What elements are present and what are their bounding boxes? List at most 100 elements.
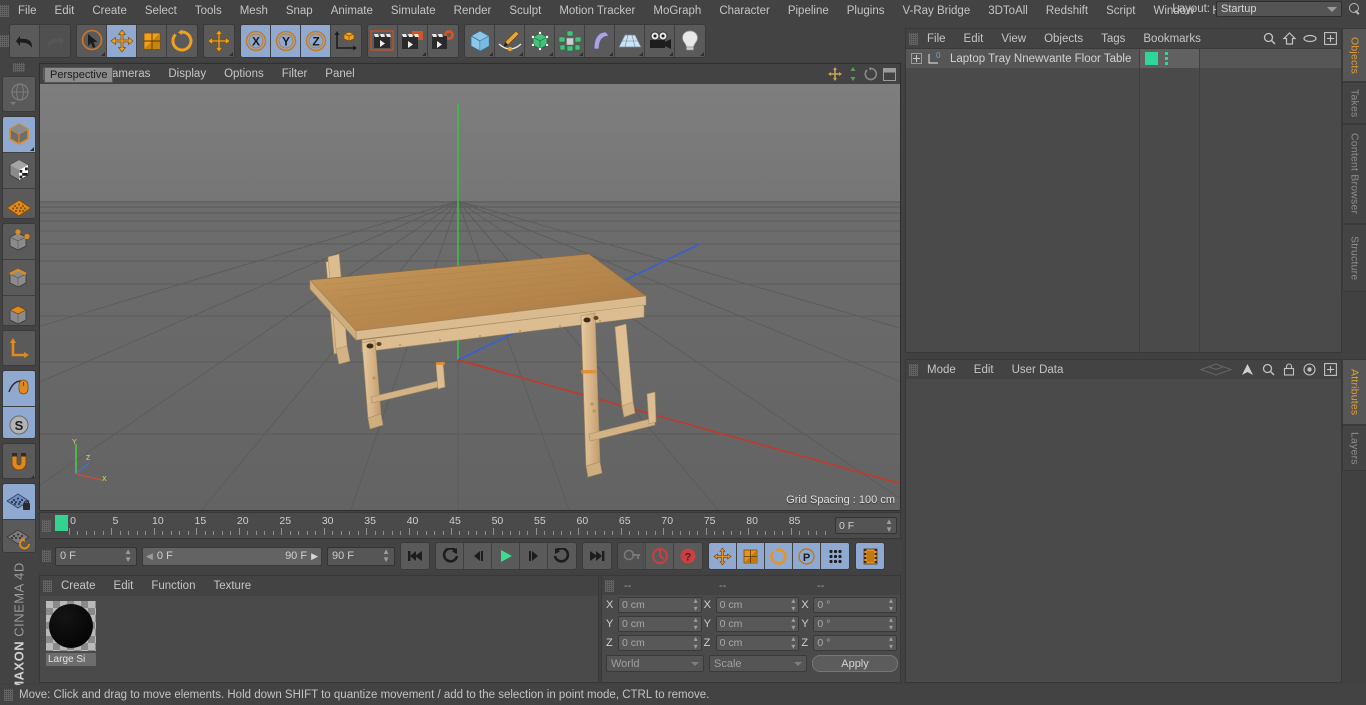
timeline-frame-field[interactable]: 0 F ▲ ▼	[835, 517, 897, 534]
spinner-icon[interactable]: ▲ ▼	[885, 517, 893, 534]
maximize-view-icon[interactable]	[883, 67, 896, 81]
menu-item-animate[interactable]: Animate	[322, 1, 382, 21]
coordinate-mode-dropdown[interactable]: Scale	[709, 655, 807, 672]
play-icon[interactable]	[492, 543, 520, 569]
menu-item-mograph[interactable]: MoGraph	[644, 1, 710, 21]
viewport-menu-options[interactable]: Options	[215, 64, 273, 84]
undo-view-icon[interactable]	[3, 77, 35, 111]
rotation-z-field[interactable]: 0 ° ▴ ▾	[813, 635, 898, 651]
light-icon[interactable]	[675, 25, 705, 57]
parameter-key-icon[interactable]: P	[793, 543, 821, 569]
material-grip[interactable]	[43, 580, 52, 592]
menu-item-character[interactable]: Character	[710, 1, 779, 21]
menu-item-file[interactable]: File	[9, 1, 46, 21]
camera-icon[interactable]	[645, 25, 675, 57]
size-x-field[interactable]: 0 cm ▴ ▾	[715, 597, 800, 613]
record-active-icon[interactable]	[646, 543, 674, 569]
current-frame-field[interactable]: 0 F ▲ ▼	[55, 546, 137, 566]
object-menu-view[interactable]: View	[992, 29, 1035, 49]
rotate-view-icon[interactable]	[864, 67, 878, 81]
object-manager-grip[interactable]	[909, 32, 918, 45]
current-time-marker[interactable]	[55, 515, 68, 531]
planar-workplane-icon[interactable]	[3, 520, 35, 552]
rotation-y-field[interactable]: 0 ° ▴ ▾	[813, 616, 898, 632]
object-tree[interactable]: 0 Laptop Tray Nnewvante Floor Table	[906, 49, 1341, 354]
menu-item-script[interactable]: Script	[1097, 1, 1144, 21]
menu-item-simulate[interactable]: Simulate	[382, 1, 445, 21]
autokey-icon[interactable]	[618, 543, 646, 569]
tab-objects[interactable]: Objects	[1342, 28, 1366, 82]
spinner-icon[interactable]: ▴ ▾	[889, 635, 893, 651]
lock-y-icon[interactable]: Y	[271, 25, 301, 57]
tag-dots-icon[interactable]	[1165, 52, 1168, 65]
spinner-icon[interactable]: ▴ ▾	[791, 597, 795, 613]
viewport-canvas[interactable]	[40, 84, 900, 510]
interface-icon[interactable]	[1199, 363, 1233, 376]
move-icon[interactable]	[107, 25, 137, 57]
apply-button[interactable]: Apply	[812, 655, 898, 672]
home-icon[interactable]	[1283, 32, 1296, 45]
viewport-menu-panel[interactable]: Panel	[316, 64, 363, 84]
edges-mode-icon[interactable]	[3, 259, 35, 296]
array-icon[interactable]	[555, 25, 585, 57]
search-icon[interactable]	[1348, 2, 1362, 16]
tab-content-browser[interactable]: Content Browser	[1342, 124, 1366, 224]
spinner-icon[interactable]: ▴ ▾	[791, 635, 795, 651]
workplane-lock-icon[interactable]	[3, 484, 35, 521]
coordinate-system-dropdown[interactable]: World	[606, 655, 704, 672]
menu-item-create[interactable]: Create	[83, 1, 136, 21]
menu-grip[interactable]	[0, 4, 9, 17]
attribute-menu-mode[interactable]: Mode	[918, 360, 965, 380]
render-settings-icon[interactable]	[428, 25, 458, 57]
cube-primitive-icon[interactable]	[465, 25, 495, 57]
polygons-mode-icon[interactable]	[3, 295, 35, 326]
menu-item-select[interactable]: Select	[136, 1, 186, 21]
menu-item-render[interactable]: Render	[445, 1, 501, 21]
attribute-manager-grip[interactable]	[909, 363, 918, 376]
rotate-icon[interactable]	[167, 25, 197, 57]
timeline-ruler[interactable]: 051015202530354045505560657075808590	[51, 513, 831, 538]
next-key-icon[interactable]	[548, 543, 576, 569]
viewport-menu-filter[interactable]: Filter	[273, 64, 317, 84]
next-frame-icon[interactable]	[520, 543, 548, 569]
viewport-menu-display[interactable]: Display	[159, 64, 215, 84]
plus-box-icon[interactable]	[1324, 32, 1337, 45]
object-menu-file[interactable]: File	[918, 29, 955, 49]
layout-dropdown[interactable]: Startup	[1216, 1, 1342, 17]
timeline-icon[interactable]	[856, 543, 884, 569]
menu-item-3dtoall[interactable]: 3DToAll	[979, 1, 1037, 21]
lock-z-icon[interactable]: Z	[301, 25, 331, 57]
menu-item-plugins[interactable]: Plugins	[838, 1, 894, 21]
tab-attributes[interactable]: Attributes	[1342, 359, 1366, 425]
redo-icon[interactable]	[40, 25, 70, 57]
model-mode-icon[interactable]	[3, 116, 35, 153]
rotation-key-icon[interactable]	[765, 543, 793, 569]
menu-item-sculpt[interactable]: Sculpt	[500, 1, 550, 21]
tab-takes[interactable]: Takes	[1342, 82, 1366, 124]
material-menu-edit[interactable]: Edit	[105, 576, 143, 596]
object-menu-objects[interactable]: Objects	[1035, 29, 1092, 49]
size-z-field[interactable]: 0 cm ▴ ▾	[715, 635, 800, 651]
menu-item-redshift[interactable]: Redshift	[1037, 1, 1097, 21]
move-view-icon[interactable]	[828, 67, 842, 81]
spinner-icon[interactable]: ▴ ▾	[694, 616, 698, 632]
lock-icon[interactable]	[1283, 363, 1295, 376]
polygon-grid-icon[interactable]	[3, 188, 35, 218]
position-y-field[interactable]: 0 cm ▴ ▾	[618, 616, 702, 632]
spinner-icon[interactable]: ▴ ▾	[694, 597, 698, 613]
material-menu-create[interactable]: Create	[52, 576, 105, 596]
perspective-viewport[interactable]: ViewCamerasDisplayOptionsFilterPanel	[39, 63, 901, 511]
transport-grip[interactable]	[42, 550, 51, 562]
render-region-icon[interactable]	[398, 25, 428, 57]
object-tags[interactable]	[1139, 49, 1199, 68]
go-to-end-icon[interactable]	[583, 543, 611, 569]
coordinates-grip[interactable]	[605, 579, 614, 592]
end-frame-field[interactable]: 90 F ▲ ▼	[327, 546, 395, 566]
menu-item-motion-tracker[interactable]: Motion Tracker	[550, 1, 644, 21]
position-key-icon[interactable]	[709, 543, 737, 569]
search-icon[interactable]	[1262, 363, 1275, 376]
undo-icon[interactable]	[10, 25, 40, 57]
material-item[interactable]: Large Si	[46, 601, 96, 666]
scale-icon[interactable]	[137, 25, 167, 57]
world-coordinates-icon[interactable]	[331, 25, 361, 57]
